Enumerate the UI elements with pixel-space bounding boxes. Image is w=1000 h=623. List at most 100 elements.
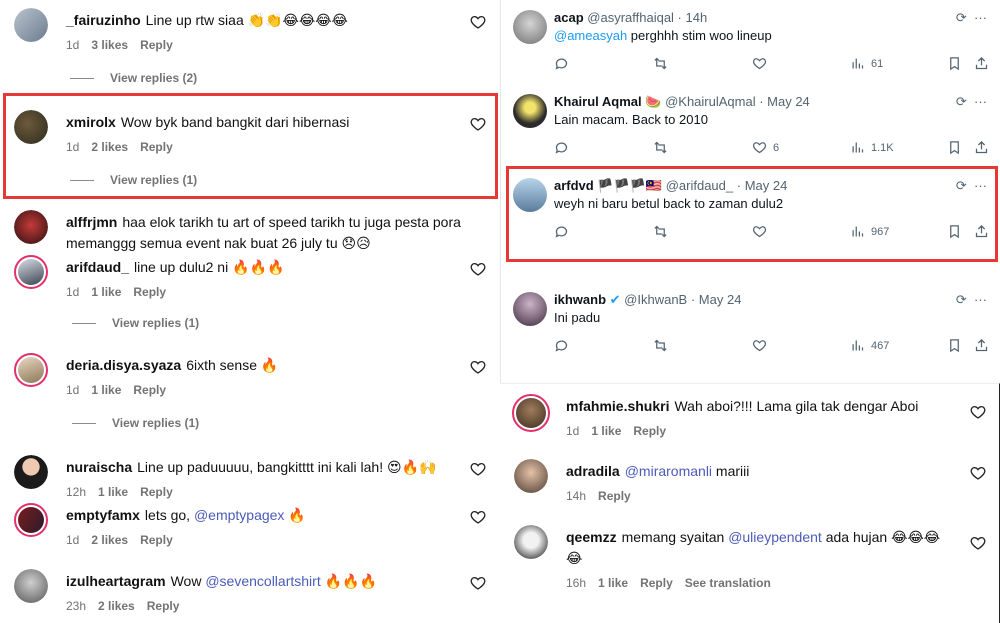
share-icon[interactable] — [974, 338, 989, 353]
bookmark-icon[interactable] — [947, 338, 962, 353]
retweet-icon[interactable] — [653, 140, 668, 155]
tweet-handle[interactable]: @KhairulAqmal — [665, 94, 756, 109]
comment-likes[interactable]: 1 like — [591, 424, 621, 438]
heart-icon[interactable] — [970, 404, 986, 420]
reply-button[interactable]: Reply — [140, 485, 173, 499]
tweet-text: Lain macam. Back to 2010 — [554, 112, 708, 127]
tweet-display-name[interactable]: Khairul Aqmal 🍉 — [554, 94, 661, 109]
views-icon[interactable]: 1.1K — [850, 140, 894, 155]
more-options-icon[interactable]: ⟳ ··· — [956, 94, 987, 110]
reply-button[interactable]: Reply — [598, 489, 631, 503]
reply-button[interactable]: Reply — [133, 383, 166, 397]
reply-icon[interactable] — [554, 338, 569, 353]
avatar[interactable] — [14, 255, 48, 289]
like-icon[interactable] — [752, 338, 767, 353]
tweet-time[interactable]: May 24 — [767, 94, 810, 109]
tweet-display-name[interactable]: ikhwanb — [554, 292, 606, 307]
comment-username[interactable]: adradila — [566, 463, 620, 479]
avatar[interactable] — [513, 292, 547, 326]
reply-icon[interactable] — [554, 140, 569, 155]
heart-icon[interactable] — [470, 461, 486, 477]
avatar[interactable] — [14, 503, 48, 537]
reply-button[interactable]: Reply — [140, 533, 173, 547]
avatar[interactable] — [512, 394, 550, 432]
avatar[interactable] — [14, 210, 48, 244]
tweet-time[interactable]: May 24 — [699, 292, 742, 307]
heart-icon[interactable] — [470, 509, 486, 525]
heart-icon[interactable] — [470, 261, 486, 277]
mention-link[interactable]: @ameasyah — [554, 28, 627, 43]
comment-likes[interactable]: 1 like — [98, 485, 128, 499]
comment-text: line up dulu2 ni 🔥🔥🔥 — [134, 259, 285, 275]
comment-username[interactable]: mfahmie.shukri — [566, 398, 669, 414]
reply-button[interactable]: Reply — [633, 424, 666, 438]
tweet-handle[interactable]: @asyraffhaiqal — [587, 10, 674, 25]
tweet-handle[interactable]: @IkhwanB — [624, 292, 687, 307]
share-icon[interactable] — [974, 56, 989, 71]
retweet-icon[interactable] — [653, 338, 668, 353]
tweet-text: Ini padu — [554, 310, 601, 325]
view-replies-button[interactable]: View replies (2) — [70, 71, 197, 85]
reply-button[interactable]: Reply — [133, 285, 166, 299]
comment-time: 1d — [66, 533, 80, 547]
avatar[interactable] — [514, 525, 548, 559]
like-icon[interactable]: 6 — [752, 140, 779, 155]
avatar[interactable] — [14, 8, 48, 42]
retweet-icon[interactable] — [653, 56, 668, 71]
comment-likes[interactable]: 1 like — [598, 576, 628, 590]
avatar[interactable] — [14, 353, 48, 387]
reply-button[interactable]: Reply — [640, 576, 673, 590]
comment-likes[interactable]: 3 likes — [91, 38, 128, 52]
more-options-icon[interactable]: ⟳ ··· — [956, 292, 987, 308]
highlight-box — [506, 166, 998, 262]
comment-username[interactable]: qeemzz — [566, 529, 617, 545]
see-translation-button[interactable]: See translation — [685, 576, 771, 590]
like-count: 6 — [773, 141, 780, 154]
mention-link[interactable]: @sevencollartshirt — [205, 573, 320, 589]
avatar[interactable] — [513, 94, 547, 128]
comment-likes[interactable]: 2 likes — [98, 599, 135, 613]
comment-likes[interactable]: 1 like — [91, 285, 121, 299]
comment-username[interactable]: nuraischa — [66, 459, 132, 475]
share-icon[interactable] — [974, 140, 989, 155]
comment-username[interactable]: deria.disya.syaza — [66, 357, 181, 373]
comment-time: 14h — [566, 489, 587, 503]
mention-link[interactable]: @ulieypendent — [728, 529, 822, 545]
more-options-icon[interactable]: ⟳ ··· — [956, 10, 987, 26]
views-count: 61 — [871, 57, 884, 70]
views-icon[interactable]: 467 — [850, 338, 889, 353]
reply-button[interactable]: Reply — [147, 599, 180, 613]
bookmark-icon[interactable] — [947, 140, 962, 155]
reply-icon[interactable] — [554, 56, 569, 71]
mention-link[interactable]: @emptypagex — [194, 507, 284, 523]
comment-text: haa elok tarikh tu art of speed tarikh t… — [66, 214, 461, 251]
comment-username[interactable]: _fairuzinho — [66, 12, 141, 28]
heart-icon[interactable] — [470, 575, 486, 591]
comment-likes[interactable]: 1 like — [91, 383, 121, 397]
heart-icon[interactable] — [970, 465, 986, 481]
comment-text: Line up paduuuuu, bangkitttt ini kali la… — [137, 459, 437, 475]
views-count: 467 — [871, 339, 890, 352]
view-replies-button[interactable]: View replies (1) — [72, 316, 199, 330]
avatar[interactable] — [514, 459, 548, 493]
mention-link[interactable]: @miraromanli — [625, 463, 712, 479]
avatar[interactable] — [14, 569, 48, 603]
bookmark-icon[interactable] — [947, 56, 962, 71]
avatar[interactable] — [513, 10, 547, 44]
views-icon[interactable]: 61 — [850, 56, 883, 71]
heart-icon[interactable] — [470, 14, 486, 30]
like-icon[interactable] — [752, 56, 773, 71]
tweet-display-name[interactable]: acap — [554, 10, 584, 25]
avatar[interactable] — [14, 455, 48, 489]
reply-button[interactable]: Reply — [140, 38, 173, 52]
view-replies-button[interactable]: View replies (1) — [72, 416, 199, 430]
heart-icon[interactable] — [470, 359, 486, 375]
comment-username[interactable]: alffrjmn — [66, 214, 117, 230]
comment-username[interactable]: emptyfamx — [66, 507, 140, 523]
comment-username[interactable]: izulheartagram — [66, 573, 166, 589]
tweet-time[interactable]: 14h — [686, 10, 708, 25]
comment-likes[interactable]: 2 likes — [91, 533, 128, 547]
heart-icon[interactable] — [970, 535, 986, 551]
comment-username[interactable]: arifdaud_ — [66, 259, 129, 275]
comment-text: lets go, — [144, 507, 194, 523]
